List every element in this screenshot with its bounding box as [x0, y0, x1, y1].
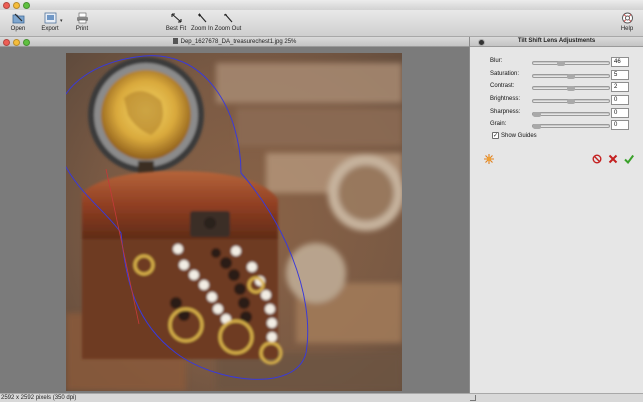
contrast-slider[interactable]: [532, 86, 610, 91]
sharpness-value-field[interactable]: 0: [611, 108, 629, 118]
cancel-x-icon: [608, 154, 618, 164]
print-button[interactable]: Print: [64, 11, 100, 32]
open-label: Open: [10, 26, 26, 32]
blur-label: Blur:: [490, 58, 503, 64]
minimize-window-button[interactable]: [13, 2, 20, 9]
document-file-icon: [172, 38, 178, 44]
brightness-slider[interactable]: [532, 99, 610, 104]
open-icon: [11, 11, 25, 24]
saturation-label: Saturation:: [490, 71, 520, 77]
prohibited-icon: [592, 154, 602, 164]
reset-sun-icon: [484, 154, 494, 164]
resize-grip-icon[interactable]: [470, 395, 476, 401]
slider-knob[interactable]: [533, 112, 541, 117]
document-titlebar: Dep_1627678_DA_treasurechest1.jpg 25%: [0, 37, 469, 47]
brightness-value-field[interactable]: 0: [611, 95, 629, 105]
status-bar: 2592 x 2592 pixels (350 dpi): [0, 393, 643, 402]
export-icon: [43, 11, 57, 24]
open-button[interactable]: Open: [0, 11, 36, 32]
slider-knob[interactable]: [533, 124, 541, 129]
grain-label: Grain:: [490, 121, 507, 127]
slider-knob[interactable]: [567, 86, 575, 91]
help-button[interactable]: Help: [612, 11, 642, 32]
treasure-chest-photo[interactable]: [66, 53, 402, 391]
window-titlebar: [0, 0, 643, 10]
image-dimensions-text: 2592 x 2592 pixels (350 dpi): [1, 395, 77, 401]
contrast-value-field[interactable]: 2: [611, 82, 629, 92]
close-window-button[interactable]: [3, 2, 10, 9]
panel-title: Tilt Shift Lens Adjustments: [517, 38, 596, 44]
saturation-value-field[interactable]: 5: [611, 70, 629, 80]
contrast-row: Contrast: 2: [470, 82, 643, 93]
sharpness-slider[interactable]: [532, 112, 610, 117]
grain-value-field[interactable]: 0: [611, 120, 629, 130]
export-label: Export: [41, 26, 59, 32]
zoom-out-button[interactable]: Zoom Out: [210, 11, 246, 32]
slider-knob[interactable]: [567, 74, 575, 79]
zoom-out-label: Zoom Out: [214, 26, 242, 32]
contrast-label: Contrast:: [490, 83, 515, 89]
best-fit-icon: [169, 11, 183, 24]
apply-button[interactable]: [624, 154, 634, 164]
zoom-window-button[interactable]: [23, 2, 30, 9]
panel-header: Tilt Shift Lens Adjustments: [470, 37, 643, 47]
brightness-row: Brightness: 0: [470, 95, 643, 106]
grain-slider[interactable]: [532, 124, 610, 129]
apply-check-icon: [624, 154, 634, 164]
reset-adjustments-button[interactable]: [484, 154, 494, 164]
help-label: Help: [620, 26, 634, 32]
zoom-out-icon: [221, 11, 235, 24]
print-icon: [75, 11, 89, 24]
zoom-in-icon: [195, 11, 209, 24]
help-icon: [620, 11, 634, 24]
cancel-button[interactable]: [608, 154, 618, 164]
document-title: Dep_1627678_DA_treasurechest1.jpg 25%: [0, 38, 469, 45]
sharpness-label: Sharpness:: [490, 109, 521, 115]
checkmark-icon: ✓: [492, 132, 499, 139]
toolbar: Open Export ▾ Print Best Fit Zoom In Zoo…: [0, 10, 643, 37]
blur-slider[interactable]: [532, 61, 610, 66]
remove-guide-button[interactable]: [592, 154, 602, 164]
grain-row: Grain: 0: [470, 120, 643, 131]
saturation-slider[interactable]: [532, 74, 610, 79]
show-guides-label: Show Guides: [501, 132, 537, 139]
brightness-label: Brightness:: [490, 96, 521, 102]
saturation-row: Saturation: 5: [470, 70, 643, 81]
image-canvas[interactable]: [0, 47, 469, 393]
slider-knob[interactable]: [557, 61, 565, 66]
adjustments-panel: Tilt Shift Lens Adjustments Blur: 46 Sat…: [470, 37, 643, 393]
show-guides-checkbox[interactable]: ✓: [492, 132, 499, 139]
blur-row: Blur: 46: [470, 57, 643, 68]
show-guides-option[interactable]: ✓ Show Guides: [492, 132, 537, 139]
sharpness-row: Sharpness: 0: [470, 108, 643, 119]
export-dropdown-arrow-icon[interactable]: ▾: [60, 18, 63, 24]
slider-knob[interactable]: [567, 99, 575, 104]
blur-value-field[interactable]: 46: [611, 57, 629, 67]
print-label: Print: [75, 26, 89, 32]
